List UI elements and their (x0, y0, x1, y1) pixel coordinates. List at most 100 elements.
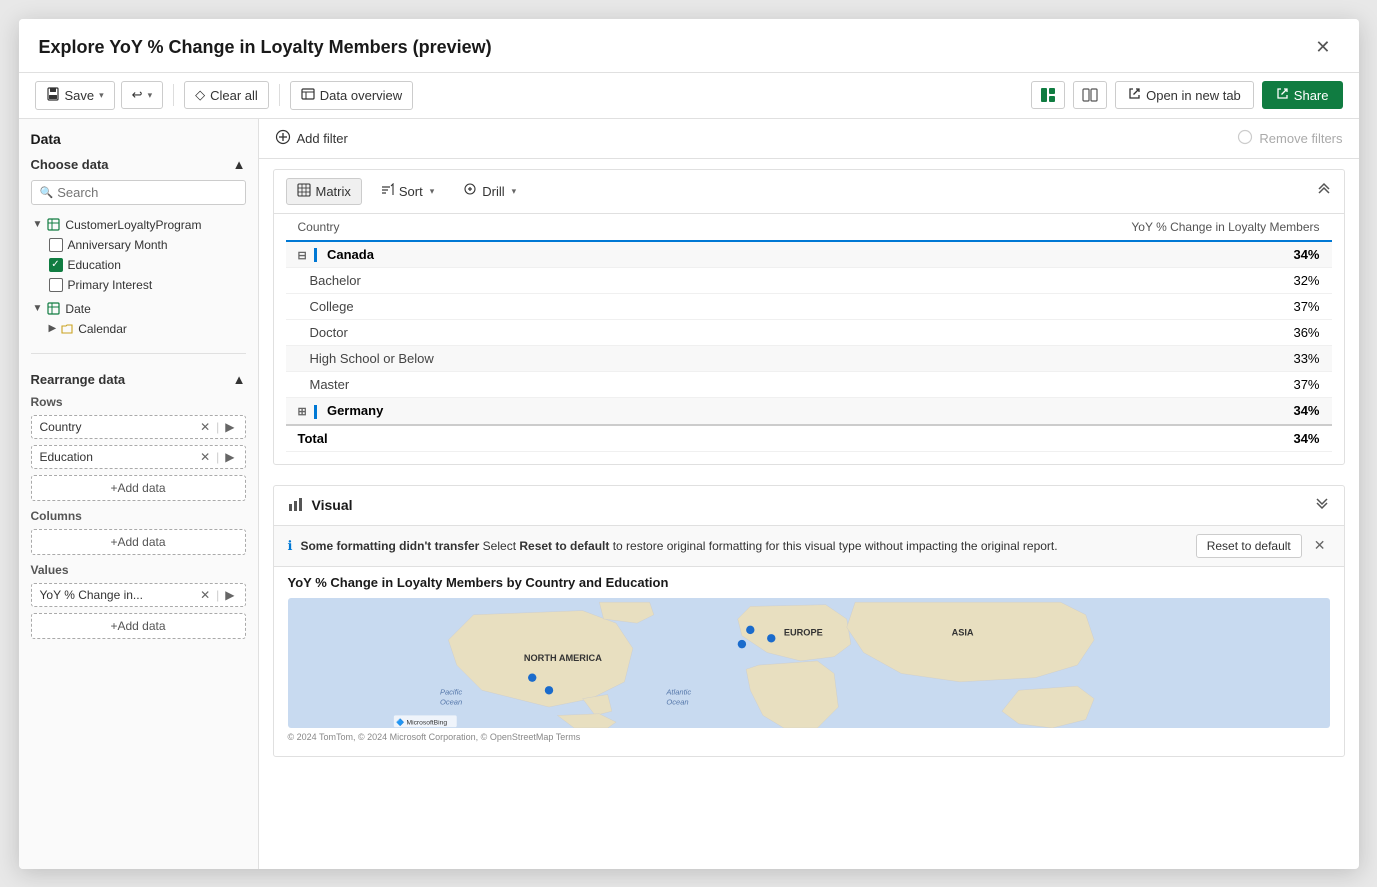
total-value: 34% (736, 425, 1332, 452)
education-label: Education (68, 258, 121, 272)
clear-button[interactable]: ◇ Clear all (184, 81, 269, 109)
modal-header: Explore YoY % Change in Loyalty Members … (19, 19, 1359, 73)
drill-label: Drill (482, 184, 504, 199)
yoy-more-btn[interactable]: ▶ (223, 588, 236, 602)
sidebar-separator (31, 353, 246, 354)
education-chip: Education ✕ | ▶ (31, 445, 246, 469)
data-overview-icon (301, 87, 315, 104)
row-value: 36% (736, 320, 1332, 346)
education-chip-label: Education (40, 450, 195, 464)
values-add-data-button[interactable]: +Add data (31, 613, 246, 639)
rearrange-collapse-icon[interactable]: ▲ (233, 372, 246, 387)
open-new-tab-button[interactable]: Open in new tab (1115, 81, 1254, 109)
asia-label: ASIA (951, 627, 973, 637)
table-row: Master 37% (286, 372, 1332, 398)
notice-detail: Select Reset to default to restore origi… (483, 539, 1058, 553)
matrix-icon (297, 183, 311, 200)
visual-collapse-button[interactable] (1314, 496, 1330, 515)
row-label: Canada (327, 247, 374, 262)
layout-icon-button[interactable] (1031, 81, 1065, 109)
total-label: Total (286, 425, 736, 452)
svg-text:Ocean: Ocean (439, 697, 461, 706)
country-more-btn[interactable]: ▶ (223, 420, 236, 434)
country-chip-actions: ✕ | ▶ (198, 420, 236, 434)
map-visual: NORTH AMERICA EUROPE ASIA Pacific Ocean … (288, 598, 1330, 728)
toolbar-right: Open in new tab Share (1031, 81, 1342, 109)
share-button[interactable]: Share (1262, 81, 1343, 109)
toolbar: Save ▾ ↩ ▾ ◇ Clear all Data overview (19, 73, 1359, 119)
primary-interest-checkbox[interactable] (49, 278, 63, 292)
save-icon (46, 87, 60, 104)
country-remove-btn[interactable]: ✕ (198, 420, 212, 434)
customer-loyalty-label: CustomerLoyaltyProgram (65, 218, 201, 232)
map-svg: NORTH AMERICA EUROPE ASIA Pacific Ocean … (288, 598, 1330, 728)
yoy-chip-actions: ✕ | ▶ (198, 588, 236, 602)
matrix-table: Country YoY % Change in Loyalty Members … (286, 214, 1332, 452)
anniversary-checkbox[interactable] (49, 238, 63, 252)
close-button[interactable]: ✕ (1307, 33, 1338, 62)
germany-label: Germany (327, 403, 383, 418)
svg-text:Ocean: Ocean (666, 697, 688, 706)
tree-item-calendar[interactable]: ▶ Calendar (31, 319, 246, 339)
germany-expand-icon[interactable]: ⊞ (298, 406, 307, 418)
remove-filters-icon (1237, 129, 1253, 148)
notice-close-button[interactable]: ✕ (1310, 537, 1330, 554)
pacific-ocean-label: Pacific (439, 687, 461, 696)
yoy-remove-btn[interactable]: ✕ (198, 588, 212, 602)
search-input[interactable] (57, 185, 236, 200)
education-more-btn[interactable]: ▶ (223, 450, 236, 464)
right-panel: Add filter Remove filters (259, 119, 1359, 869)
table-row: ⊟ Canada 34% (286, 241, 1332, 268)
info-icon: ℹ (288, 538, 293, 554)
columns-label: Columns (31, 509, 246, 523)
rows-add-data-button[interactable]: +Add data (31, 475, 246, 501)
tree-item-date[interactable]: ▼ Date (31, 299, 246, 319)
education-checkbox[interactable]: ✓ (49, 258, 63, 272)
row-country: Master (286, 372, 736, 398)
matrix-section: Matrix Sort ▾ (273, 169, 1345, 465)
map-dot-3 (746, 625, 754, 633)
expand-icon: ▼ (33, 219, 43, 230)
choose-data-collapse-icon[interactable]: ▲ (233, 157, 246, 172)
visual-title-container: Visual (288, 496, 353, 515)
table-icon (47, 218, 60, 231)
chip-separator-3: | (216, 588, 219, 602)
calendar-label: Calendar (78, 322, 127, 336)
chip-separator: | (216, 420, 219, 434)
map-title: YoY % Change in Loyalty Members by Count… (288, 575, 1330, 590)
sort-icon (381, 183, 394, 199)
tree-item-anniversary[interactable]: Anniversary Month (31, 235, 246, 255)
sort-dropdown: ▾ (430, 186, 435, 197)
tree-item-primary-interest[interactable]: Primary Interest (31, 275, 246, 295)
matrix-collapse-button[interactable] (1316, 182, 1332, 201)
matrix-button[interactable]: Matrix (286, 178, 362, 205)
date-expand-icon: ▼ (33, 303, 43, 314)
map-container: YoY % Change in Loyalty Members by Count… (274, 567, 1344, 756)
data-overview-button[interactable]: Data overview (290, 81, 413, 110)
education-remove-btn[interactable]: ✕ (198, 450, 212, 464)
drill-button[interactable]: Drill ▾ (453, 178, 527, 204)
table-row: College 37% (286, 294, 1332, 320)
row-value: 34% (736, 241, 1332, 268)
add-filter-button[interactable]: Add filter (275, 129, 348, 148)
undo-button[interactable]: ↩ ▾ (121, 81, 163, 109)
tree-item-education[interactable]: ✓ Education (31, 255, 246, 275)
expand-collapse-icon[interactable]: ⊟ (298, 250, 307, 262)
add-filter-label: Add filter (297, 131, 348, 146)
open-new-tab-icon (1128, 87, 1141, 103)
sort-button[interactable]: Sort ▾ (370, 178, 445, 204)
save-button[interactable]: Save ▾ (35, 81, 115, 110)
row-value: 32% (736, 268, 1332, 294)
tree-item-customer-loyalty[interactable]: ▼ CustomerLoyaltyProgram (31, 215, 246, 235)
matrix-label: Matrix (316, 184, 351, 199)
yoy-chip-label: YoY % Change in... (40, 588, 195, 602)
bing-logo-text: 🔷 MicrosoftBing (396, 717, 447, 726)
notice-bold: Some formatting didn't transfer (300, 539, 479, 553)
split-view-button[interactable] (1073, 81, 1107, 109)
search-box: 🔍 (31, 180, 246, 205)
columns-add-data-button[interactable]: +Add data (31, 529, 246, 555)
blue-bar (314, 248, 317, 262)
north-america-label: NORTH AMERICA (523, 653, 601, 663)
reset-to-default-button[interactable]: Reset to default (1196, 534, 1302, 558)
formatting-notice: ℹ Some formatting didn't transfer Select… (274, 526, 1344, 567)
